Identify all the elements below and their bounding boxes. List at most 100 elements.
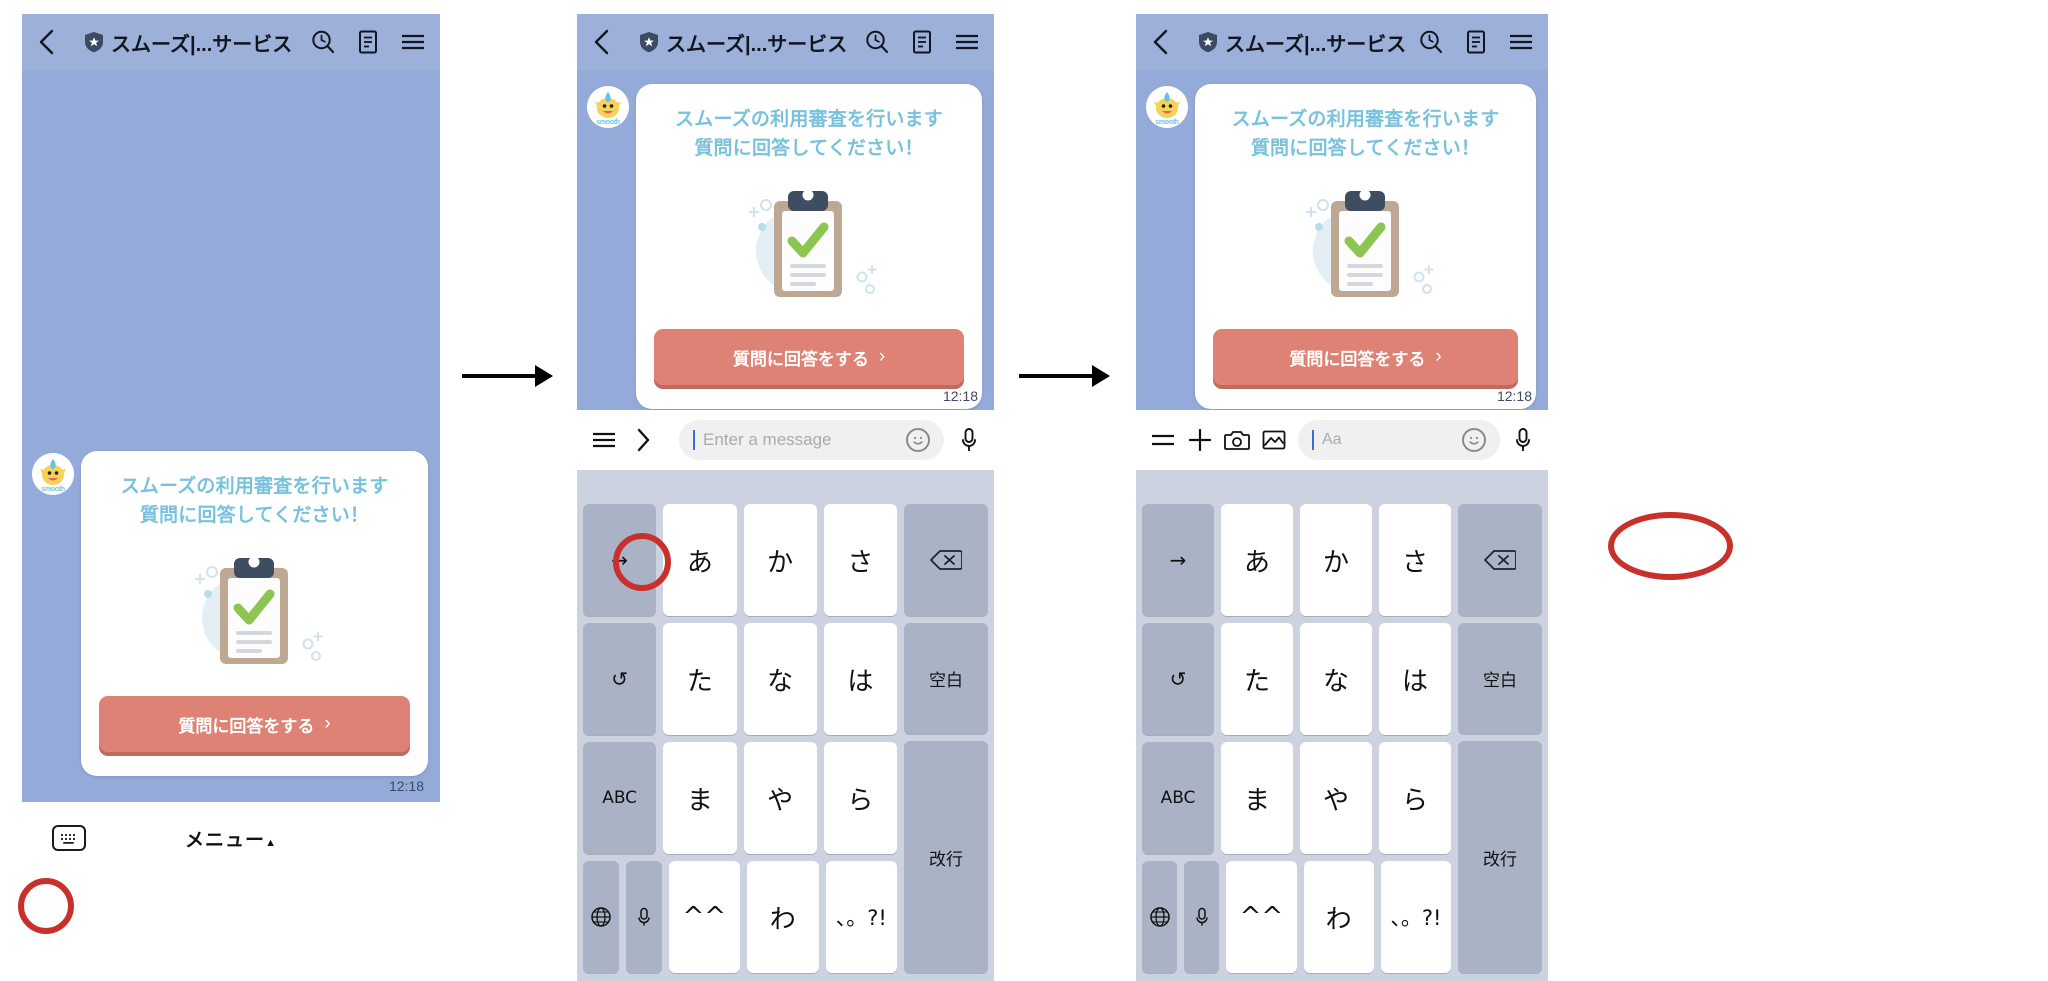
clipboard-check-illustration [99, 536, 410, 684]
key-abc[interactable]: ABC [1142, 742, 1214, 854]
hamburger-menu-icon[interactable] [954, 31, 980, 53]
keyboard-row: ABC ま や ら [1142, 742, 1451, 854]
key-ma[interactable]: ま [1221, 742, 1293, 854]
key-ta[interactable]: た [663, 623, 737, 735]
back-chevron-icon[interactable] [591, 27, 613, 57]
keyboard-row: → あ か さ [1142, 504, 1451, 616]
japanese-keyboard-2: → あ か さ ↺ た な は ABC ま や ら ^^ わ 、。?! 空白 改… [577, 470, 994, 981]
key-enter[interactable]: 改行 [1458, 741, 1542, 973]
plus-icon[interactable] [1188, 428, 1212, 452]
card-title-line1: スムーズの利用審査を行います [120, 476, 389, 497]
back-chevron-icon[interactable] [1150, 27, 1172, 57]
key-ma[interactable]: ま [663, 742, 737, 854]
key-ta[interactable]: た [1221, 623, 1293, 735]
chevron-right-icon[interactable] [633, 426, 653, 454]
notes-icon[interactable] [910, 29, 934, 55]
key-mic[interactable] [1184, 861, 1220, 973]
key-punctuation[interactable]: 、。?! [1380, 861, 1451, 973]
back-chevron-icon[interactable] [36, 27, 58, 57]
text-caret [1312, 430, 1314, 450]
message-card: スムーズの利用審査を行います 質問に回答してください！ 質問に回答をする › [636, 84, 982, 409]
key-undo[interactable]: ↺ [583, 623, 657, 735]
key-sa[interactable]: さ [1379, 504, 1451, 616]
key-wa[interactable]: わ [747, 861, 819, 973]
key-sa[interactable]: さ [823, 504, 897, 616]
flow-arrow-1 [462, 365, 554, 387]
key-kaomoji[interactable]: ^^ [1226, 861, 1297, 973]
flow-arrow-2 [1019, 365, 1111, 387]
cta-label: 質問に回答をする [732, 349, 869, 369]
key-na[interactable]: な [743, 623, 817, 735]
card-title-line2: 質問に回答してください！ [139, 504, 370, 526]
key-ya[interactable]: や [743, 742, 817, 854]
key-mic[interactable] [625, 861, 662, 973]
keyboard-row: ABC ま や ら [583, 742, 897, 854]
camera-icon[interactable] [1224, 429, 1250, 451]
key-ra[interactable]: ら [1379, 742, 1451, 854]
key-enter[interactable]: 改行 [904, 741, 988, 973]
answer-questions-button[interactable]: 質問に回答をする › [654, 329, 964, 385]
keyboard-row: → あ か さ [583, 504, 897, 616]
key-abc[interactable]: ABC [583, 742, 657, 854]
message-card: スムーズの利用審査を行います 質問に回答してください！ 質問に回答をする › [81, 451, 428, 776]
keyboard-main-keys: → あ か さ ↺ た な は ABC ま や ら ^^ わ 、。?! [583, 504, 897, 973]
key-ra[interactable]: ら [823, 742, 897, 854]
chat-title-container: スムーズ|...サービス [1182, 28, 1408, 57]
chat-body-3: smooth スムーズの利用審査を行います 質問に回答してください！ 質問に回答… [1136, 70, 1548, 410]
key-ya[interactable]: や [1300, 742, 1372, 854]
chevron-right-icon: › [324, 713, 331, 734]
chat-header-1: スムーズ|...サービス [22, 14, 440, 70]
key-a[interactable]: あ [1221, 504, 1293, 616]
keyboard-main-keys: → あ か さ ↺ た な は ABC ま や ら ^^ わ 、。?! [1142, 504, 1451, 973]
clipboard-check-illustration [654, 169, 964, 317]
menu-toggle[interactable]: メニュー▲ [22, 825, 440, 852]
key-kaomoji[interactable]: ^^ [668, 861, 740, 973]
notes-icon[interactable] [356, 29, 380, 55]
message-timestamp: 12:18 [388, 778, 424, 794]
key-a[interactable]: あ [663, 504, 737, 616]
notes-icon[interactable] [1464, 29, 1488, 55]
key-globe[interactable] [583, 861, 619, 973]
key-space[interactable]: 空白 [904, 622, 988, 735]
avatar: smooth [1146, 86, 1188, 128]
key-space[interactable]: 空白 [1458, 622, 1542, 735]
key-globe[interactable] [1142, 861, 1178, 973]
key-na[interactable]: な [1300, 623, 1372, 735]
message-row-2: smooth スムーズの利用審査を行います 質問に回答してください！ 質問に回答… [587, 84, 982, 409]
verified-shield-icon [639, 31, 659, 53]
key-backspace[interactable] [1458, 504, 1542, 616]
header-actions-1 [310, 29, 426, 55]
search-clock-icon[interactable] [864, 29, 890, 55]
message-row-1: smooth スムーズの利用審査を行います 質問に回答してください！ 質問に回答… [32, 451, 428, 776]
image-icon[interactable] [1262, 429, 1286, 451]
search-clock-icon[interactable] [310, 29, 336, 55]
smiley-icon[interactable] [906, 428, 930, 452]
microphone-icon[interactable] [1512, 426, 1534, 454]
keyboard-side-keys: 空白 改行 [904, 504, 988, 973]
hamburger-menu-icon[interactable] [591, 430, 617, 450]
cta-label: 質問に回答をする [178, 716, 315, 736]
hamburger-menu-icon[interactable] [1508, 31, 1534, 53]
key-backspace[interactable] [904, 504, 988, 616]
card-title-line2: 質問に回答してください！ [1250, 137, 1481, 159]
phone-screen-1: スムーズ|...サービス smooth スムーズの利用審査を行います 質問に回答… [22, 14, 440, 874]
key-arrow-right[interactable]: → [1142, 504, 1214, 616]
answer-questions-button[interactable]: 質問に回答をする › [99, 696, 410, 752]
hamburger-menu-icon[interactable] [400, 31, 426, 53]
microphone-icon[interactable] [958, 426, 980, 454]
key-ha[interactable]: は [1379, 623, 1451, 735]
key-wa[interactable]: わ [1303, 861, 1374, 973]
avatar: smooth [32, 453, 74, 495]
answer-questions-button[interactable]: 質問に回答をする › [1213, 329, 1518, 385]
key-ha[interactable]: は [823, 623, 897, 735]
key-arrow-right[interactable]: → [583, 504, 657, 616]
smiley-icon[interactable] [1462, 428, 1486, 452]
key-ka[interactable]: か [1300, 504, 1372, 616]
message-input-field[interactable]: Aa [1298, 420, 1500, 460]
key-punctuation[interactable]: 、。?! [825, 861, 897, 973]
key-ka[interactable]: か [743, 504, 817, 616]
hamburger-menu-icon[interactable] [1150, 430, 1176, 450]
message-input-field[interactable]: Enter a message [679, 420, 944, 460]
key-undo[interactable]: ↺ [1142, 623, 1214, 735]
search-clock-icon[interactable] [1418, 29, 1444, 55]
